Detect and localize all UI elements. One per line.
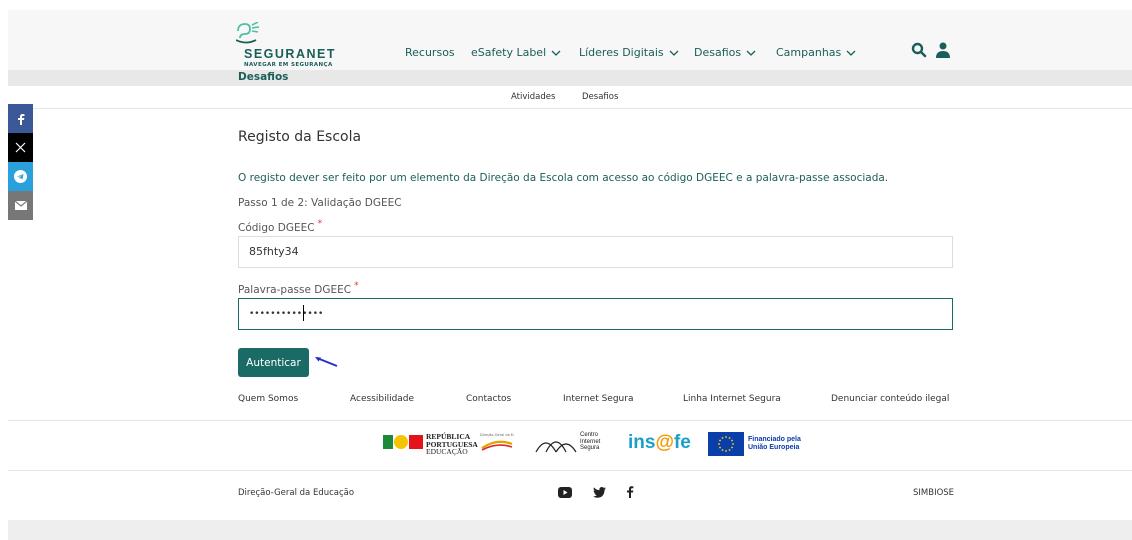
cis-text: Centro Internet Segura [580, 432, 600, 452]
nav-label: Líderes Digitais [579, 46, 664, 59]
footer-link-acessibilidade[interactable]: Acessibilidade [350, 394, 414, 404]
footer-bottom: Direção-Geral da Educação SIMBIOSE [8, 471, 1132, 521]
eu-stars-icon [718, 436, 734, 452]
search-icon[interactable] [911, 42, 927, 58]
password-label-text: Palavra-passe DGEEC [238, 284, 352, 296]
insafe-part-1: ins [628, 432, 656, 453]
annotation-arrow-icon [315, 357, 338, 367]
required-asterisk: * [317, 219, 323, 229]
share-x-button[interactable] [8, 133, 33, 162]
dge-logo[interactable]: Direção-Geral da Educação [480, 433, 514, 453]
dge-swoosh-icon [481, 440, 513, 451]
footer-link-denunciar[interactable]: Denunciar conteúdo ilegal [831, 394, 949, 404]
footer-link-linha-internet-segura[interactable]: Linha Internet Segura [683, 394, 781, 404]
breadcrumb-title[interactable]: Desafios [238, 71, 288, 83]
chevron-down-icon [846, 50, 856, 56]
text-caret [303, 305, 304, 321]
youtube-icon[interactable] [558, 487, 572, 498]
breadcrumb: Desafios [8, 70, 1132, 86]
republica-line-3: EDUCAÇÃO [426, 447, 468, 456]
envelope-icon [14, 201, 27, 210]
page-title: Registo da Escola [238, 129, 362, 145]
eu-flag-icon [708, 432, 744, 456]
step-indicator: Passo 1 de 2: Validação DGEEC [238, 197, 402, 209]
telegram-icon [14, 170, 27, 183]
footer-dge-text[interactable]: Direção-Geral da Educação [238, 488, 354, 498]
nav-label: Campanhas [776, 46, 842, 59]
cis-line-3: Segura [580, 445, 600, 451]
dgeec-password-input[interactable]: •••••••••••••• [238, 298, 953, 330]
cis-line-1: Centro [580, 432, 599, 438]
facebook-icon [17, 113, 24, 125]
nav-item-campanhas[interactable]: Campanhas [776, 46, 856, 59]
chevron-down-icon [746, 50, 756, 56]
code-field-label: Código DGEEC * [238, 219, 323, 234]
subnav-item-desafios[interactable]: Desafios [582, 92, 618, 102]
flag-yellow-circle [394, 435, 408, 449]
x-icon [15, 142, 26, 153]
site-header: SEGURANET NAVEGAR EM SEGURANÇA Recursos … [8, 10, 1132, 70]
insafe-part-3: fe [673, 432, 691, 453]
chevron-down-icon [551, 50, 561, 56]
nav-item-esafety-label[interactable]: eSafety Label [471, 46, 561, 59]
eu-line-1: Financiado pela [748, 436, 801, 443]
user-icon[interactable] [936, 42, 950, 58]
twitter-icon[interactable] [593, 487, 606, 498]
nav-item-recursos[interactable]: Recursos [405, 46, 455, 59]
flag-red-block [409, 435, 423, 449]
nav-label: Desafios [694, 46, 742, 59]
footer-simbiose-text[interactable]: SIMBIOSE [913, 488, 954, 498]
password-field-label: Palavra-passe DGEEC * [238, 281, 359, 296]
eu-text: Financiado pela União Europeia [748, 436, 801, 452]
footer-links: Quem Somos Acessibilidade Contactos Inte… [8, 381, 1132, 421]
centro-internet-segura-logo[interactable]: Centro Internet Segura [535, 432, 600, 458]
brand-name: SEGURANET [244, 47, 336, 61]
nav-item-desafios[interactable]: Desafios [694, 46, 756, 59]
dge-logo-text: Direção-Geral da Educação [480, 433, 514, 437]
share-facebook-button[interactable] [8, 104, 33, 133]
insafe-part-2: @ [655, 432, 674, 453]
nav-item-lideres-digitais[interactable]: Líderes Digitais [579, 46, 679, 59]
authenticate-button[interactable]: Autenticar [238, 348, 309, 377]
nav-label: Recursos [405, 46, 455, 59]
logo-mark-icon [236, 22, 260, 44]
eu-line-2: União Europeia [748, 444, 800, 451]
flag-green-block [383, 435, 393, 449]
footer-link-contactos[interactable]: Contactos [466, 394, 511, 404]
republica-text: REPÚBLICA PORTUGUESA EDUCAÇÃO [426, 433, 478, 456]
dgeec-code-input[interactable]: 85fhty34 [238, 236, 953, 268]
page-bottom-bar [8, 520, 1132, 540]
nav-label: eSafety Label [471, 46, 547, 59]
footer-link-quem-somos[interactable]: Quem Somos [238, 394, 298, 404]
share-telegram-button[interactable] [8, 162, 33, 191]
registration-info-text: O registo dever ser feito por um element… [238, 172, 889, 184]
share-email-button[interactable] [8, 191, 33, 220]
insafe-logo[interactable]: ins@fe [628, 432, 691, 454]
brand-tagline: NAVEGAR EM SEGURANÇA [244, 62, 333, 68]
footer-link-internet-segura[interactable]: Internet Segura [563, 394, 633, 404]
chevron-down-icon [669, 50, 679, 56]
centro-internet-segura-arcs-icon [535, 441, 577, 453]
code-label-text: Código DGEEC [238, 222, 315, 234]
sub-navigation: Atividades Desafios [8, 86, 1132, 109]
facebook-footer-icon[interactable] [626, 485, 634, 498]
subnav-item-atividades[interactable]: Atividades [511, 92, 555, 102]
partner-logos: REPÚBLICA PORTUGUESA EDUCAÇÃO Direção-Ge… [8, 421, 1132, 471]
required-asterisk: * [354, 281, 359, 291]
